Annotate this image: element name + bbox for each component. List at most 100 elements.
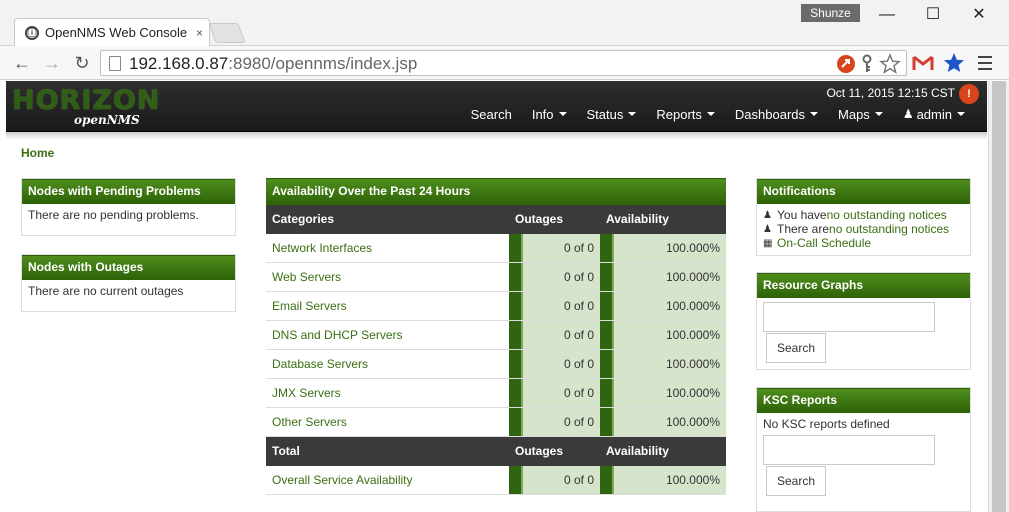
user-icon: ♟ <box>902 107 914 121</box>
availability-cell: 100.000% <box>600 408 726 436</box>
logo-main-text: HORIZON <box>12 85 161 116</box>
availability-cell: 100.000% <box>600 379 726 407</box>
outages-cell: 0 of 0 <box>509 350 600 378</box>
outages-cell: 0 of 0 <box>509 379 600 407</box>
forward-icon[interactable]: → <box>40 51 64 75</box>
reload-icon[interactable]: ↻ <box>70 51 94 75</box>
blue-star-icon[interactable] <box>943 52 965 74</box>
menu-reports[interactable]: Reports <box>646 106 725 122</box>
new-tab-button[interactable] <box>208 23 246 43</box>
outages-panel: Nodes with Outages There are no current … <box>21 254 236 312</box>
overall-availability-link[interactable]: Overall Service Availability <box>266 466 509 494</box>
outages-cell: 0 of 0 <box>509 321 600 349</box>
resource-graphs-panel: Resource Graphs Search <box>756 272 971 370</box>
resource-search-input[interactable] <box>763 302 935 332</box>
menu-info[interactable]: Info <box>522 106 577 122</box>
bookmark-star-icon[interactable] <box>879 53 901 75</box>
back-icon[interactable]: ← <box>10 51 34 75</box>
category-link[interactable]: Email Servers <box>266 292 509 320</box>
extension-icon[interactable] <box>836 54 856 74</box>
availability-cell: 100.000% <box>600 292 726 320</box>
tab-close-icon[interactable]: × <box>196 26 203 40</box>
users-icon: ♟ <box>763 223 772 235</box>
tab-title: OpenNMS Web Console <box>45 25 188 40</box>
menu-label: Reports <box>656 106 702 122</box>
key-icon[interactable] <box>859 54 875 74</box>
panel-title[interactable]: Availability Over the Past 24 Hours <box>266 178 726 205</box>
category-link[interactable]: DNS and DHCP Servers <box>266 321 509 349</box>
panel-title[interactable]: Resource Graphs <box>757 273 970 298</box>
caret-down-icon <box>706 112 715 116</box>
scrollbar-thumb[interactable] <box>992 81 1006 512</box>
notice-text: You have <box>777 208 827 222</box>
browser-titlebar: ⓘ OpenNMS Web Console × Shunze — ☐ ✕ <box>0 0 1009 46</box>
menu-maps[interactable]: Maps <box>828 106 893 122</box>
menu-search[interactable]: Search <box>461 106 522 122</box>
minimize-button[interactable]: — <box>864 2 910 28</box>
availability-cell: 100.000% <box>600 321 726 349</box>
menu-admin[interactable]: ♟ admin <box>893 106 975 122</box>
page-scrollbar[interactable] <box>988 81 1009 512</box>
oncall-schedule-link[interactable]: On-Call Schedule <box>777 236 871 250</box>
menu-label: Status <box>586 106 624 122</box>
table-row: Other Servers 0 of 0 100.000% <box>266 408 726 437</box>
outages-cell: 0 of 0 <box>509 292 600 320</box>
caret-down-icon <box>628 112 637 116</box>
menu-status[interactable]: Status <box>577 106 647 122</box>
category-link[interactable]: Network Interfaces <box>266 234 509 262</box>
notifications-panel: Notifications ♟ You have no outstanding … <box>756 178 971 256</box>
availability-panel: Availability Over the Past 24 Hours Cate… <box>266 178 726 495</box>
server-datetime: Oct 11, 2015 12:15 CST <box>826 86 955 100</box>
ksc-search-button[interactable]: Search <box>766 466 827 496</box>
category-link[interactable]: Database Servers <box>266 350 509 378</box>
total-header-row: Total Outages Availability <box>266 437 726 466</box>
caret-down-icon <box>558 112 567 116</box>
category-link[interactable]: Other Servers <box>266 408 509 436</box>
resource-search-button[interactable]: Search <box>766 333 827 363</box>
ksc-reports-panel: KSC Reports No KSC reports defined Searc… <box>756 387 971 512</box>
notice-user: ♟ You have no outstanding notices <box>763 208 964 222</box>
menu-dashboards[interactable]: Dashboards <box>725 106 828 122</box>
browser-tab[interactable]: ⓘ OpenNMS Web Console × <box>14 18 210 46</box>
alarm-bell-icon[interactable]: ! <box>959 84 979 104</box>
browser-toolbar: ← → ↻ 192.168.0.87:8980/opennms/index.js… <box>0 46 1009 80</box>
header-shadow <box>6 132 987 140</box>
ksc-text: No KSC reports defined <box>763 417 890 431</box>
menu-icon[interactable] <box>978 55 992 71</box>
panel-text: There are no current outages <box>28 284 184 298</box>
menu-label: Maps <box>838 106 870 122</box>
availability-cell: 100.000% <box>600 466 726 494</box>
app-header: HORIZON openNMS Oct 11, 2015 12:15 CST !… <box>6 81 987 132</box>
address-bar[interactable]: 192.168.0.87:8980/opennms/index.jsp <box>100 50 907 76</box>
outages-cell: 0 of 0 <box>509 263 600 291</box>
user-notices-link[interactable]: no outstanding notices <box>827 208 947 222</box>
category-link[interactable]: Web Servers <box>266 263 509 291</box>
maximize-button[interactable]: ☐ <box>910 2 956 28</box>
col-outages: Outages <box>515 444 564 458</box>
caret-down-icon <box>957 112 965 116</box>
table-row: JMX Servers 0 of 0 100.000% <box>266 379 726 408</box>
col-outages: Outages <box>515 212 564 226</box>
outages-cell: 0 of 0 <box>509 234 600 262</box>
total-row: Overall Service Availability 0 of 0 100.… <box>266 466 726 495</box>
gmail-icon[interactable] <box>912 54 934 72</box>
panel-title[interactable]: Notifications <box>757 179 970 204</box>
profile-badge[interactable]: Shunze <box>801 4 860 22</box>
all-notices-link[interactable]: no outstanding notices <box>829 222 949 236</box>
panel-title[interactable]: KSC Reports <box>757 388 970 413</box>
table-row: DNS and DHCP Servers 0 of 0 100.000% <box>266 321 726 350</box>
opennms-favicon-icon: ⓘ <box>25 25 39 40</box>
horizon-logo[interactable]: HORIZON openNMS <box>10 85 160 129</box>
close-button[interactable]: ✕ <box>956 2 1002 28</box>
url-text[interactable]: 192.168.0.87:8980/opennms/index.jsp <box>129 54 417 74</box>
menu-label: Search <box>470 106 512 122</box>
panel-title[interactable]: Nodes with Outages <box>22 255 235 280</box>
category-link[interactable]: JMX Servers <box>266 379 509 407</box>
availability-cell: 100.000% <box>600 263 726 291</box>
breadcrumb[interactable]: Home <box>21 146 54 160</box>
notice-text: There are <box>777 222 830 236</box>
col-categories: Categories <box>272 212 335 226</box>
table-header-row: Categories Outages Availability <box>266 205 726 234</box>
ksc-search-input[interactable] <box>763 435 935 465</box>
panel-title[interactable]: Nodes with Pending Problems <box>22 179 235 204</box>
